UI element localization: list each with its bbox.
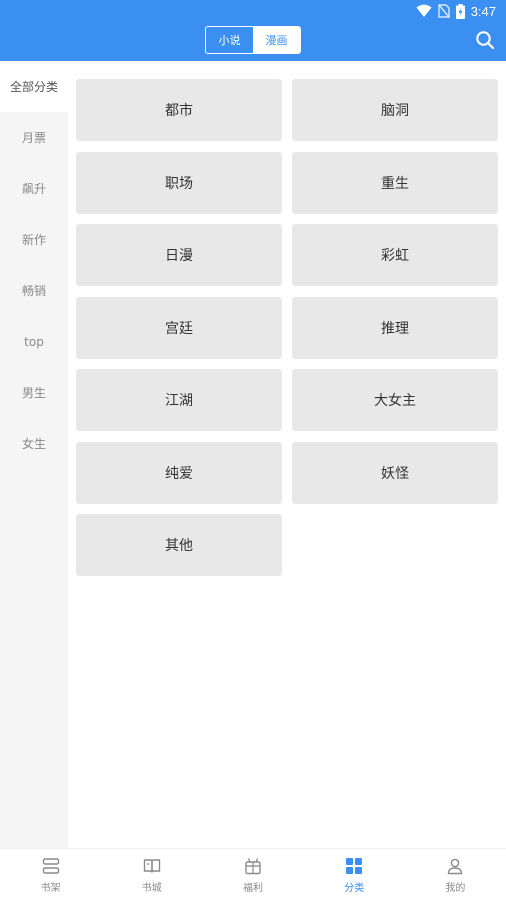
category-tile[interactable]: 大女主: [292, 369, 498, 431]
tab-bookstore[interactable]: 书城: [101, 849, 202, 899]
category-tile[interactable]: 推理: [292, 296, 498, 359]
category-tile[interactable]: 宫廷: [76, 296, 282, 359]
category-tile[interactable]: 其他: [76, 514, 282, 576]
status-bar: 3:47: [416, 3, 496, 19]
status-time: 3:47: [470, 3, 496, 19]
tab-bookshelf[interactable]: 书架: [0, 849, 101, 899]
sidebar-item-female[interactable]: 女生: [0, 418, 68, 469]
sidebar-item-rising[interactable]: 飙升: [0, 163, 68, 214]
category-tile[interactable]: 江湖: [76, 369, 282, 431]
wifi-icon: [416, 4, 432, 18]
segment-novel[interactable]: 小说: [206, 27, 253, 53]
content-type-switch: 小说 漫画: [205, 26, 301, 54]
category-tile[interactable]: 妖怪: [292, 441, 498, 504]
user-icon: [448, 858, 463, 875]
sidebar-item-new[interactable]: 新作: [0, 214, 68, 265]
sidebar-item-all[interactable]: 全部分类: [0, 61, 68, 112]
tab-label: 书架: [40, 883, 61, 894]
sidebar-item-monthly-ticket[interactable]: 月票: [0, 112, 68, 163]
category-tile[interactable]: 重生: [292, 151, 498, 214]
bottom-tab-bar: 书架 书城 福利 分类 我的: [0, 848, 506, 899]
category-tile[interactable]: 日漫: [76, 224, 282, 286]
category-sidebar: 全部分类 月票 飙升 新作 畅销 top 男生 女生: [0, 61, 68, 848]
sidebar-item-top[interactable]: top: [0, 316, 68, 367]
no-sim-icon: [437, 4, 450, 18]
search-button[interactable]: [474, 29, 496, 51]
tab-category[interactable]: 分类: [304, 849, 405, 899]
sidebar-item-male[interactable]: 男生: [0, 367, 68, 418]
tab-label: 书城: [141, 883, 162, 894]
tab-label: 分类: [344, 883, 365, 894]
sidebar-item-bestselling[interactable]: 畅销: [0, 265, 68, 316]
category-tile[interactable]: 都市: [76, 79, 282, 141]
tab-welfare[interactable]: 福利: [202, 849, 303, 899]
app-header: 3:47 小说 漫画: [0, 0, 506, 61]
bookshelf-icon: [42, 858, 59, 874]
tab-label: 福利: [243, 883, 263, 894]
category-tile[interactable]: 职场: [76, 151, 282, 214]
category-tile[interactable]: 纯爱: [76, 441, 282, 504]
category-grid: 都市 脑洞 职场 重生 日漫 彩虹 宫廷 推理 江湖 大女主 纯爱 妖怪 其他: [76, 79, 498, 576]
category-tile[interactable]: 脑洞: [292, 79, 498, 141]
segment-comic[interactable]: 漫画: [253, 27, 300, 53]
open-book-icon: [143, 859, 160, 873]
grid-icon: [346, 858, 363, 874]
tab-label: 我的: [445, 883, 466, 894]
battery-icon: [455, 3, 465, 19]
tab-mine[interactable]: 我的: [405, 849, 506, 899]
category-tile[interactable]: 彩虹: [292, 224, 498, 286]
gift-icon: [245, 858, 261, 875]
search-icon: [476, 31, 495, 50]
